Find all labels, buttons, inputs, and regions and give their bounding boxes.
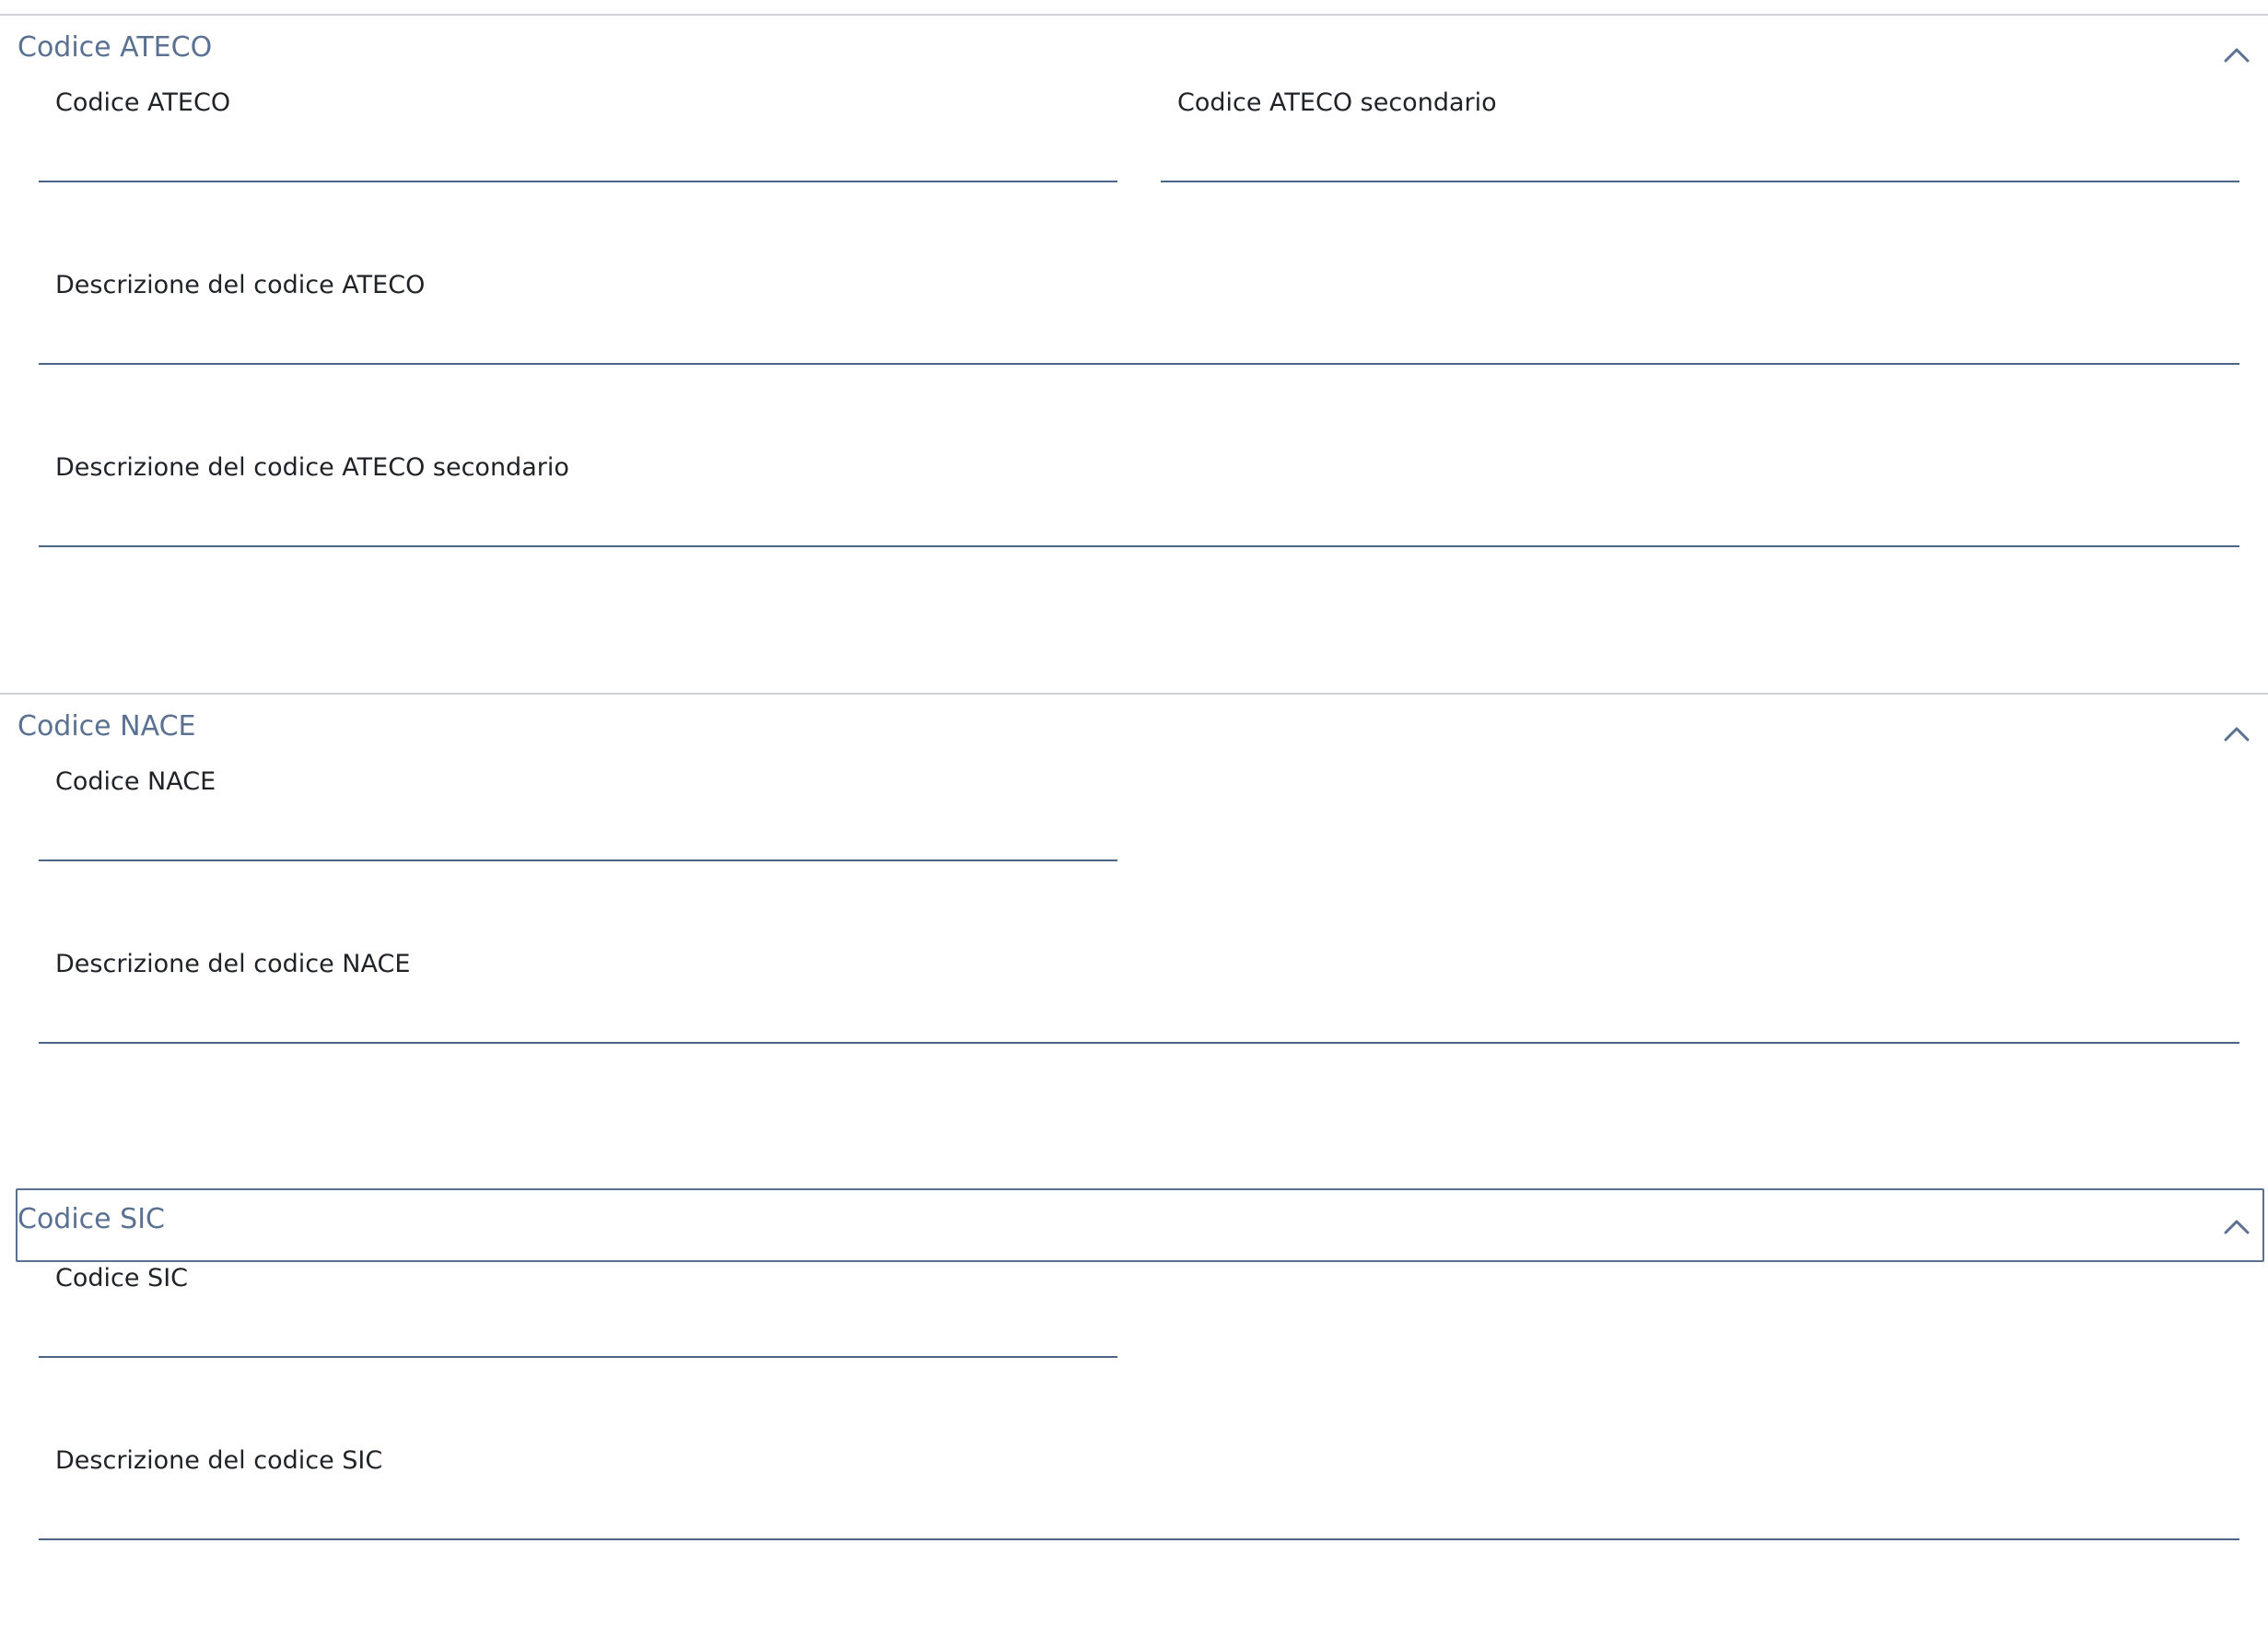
chevron-up-icon[interactable] bbox=[2218, 1209, 2255, 1245]
ateco-secondary-description-input[interactable] bbox=[39, 492, 2239, 547]
section-title: Codice ATECO bbox=[18, 31, 213, 64]
ateco-code-input[interactable] bbox=[39, 127, 1117, 182]
field-nace-description: Descrizione del codice NACE bbox=[39, 948, 2239, 1068]
field-nace-code: Codice NACE bbox=[39, 766, 1117, 885]
ateco-description-input[interactable] bbox=[39, 310, 2239, 365]
ateco-secondary-code-input[interactable] bbox=[1161, 127, 2239, 182]
field-sic-description: Descrizione del codice SIC bbox=[39, 1444, 2239, 1564]
field-ateco-code: Codice ATECO bbox=[39, 87, 1117, 206]
field-label: Descrizione del codice SIC bbox=[55, 1446, 383, 1475]
section-header-ateco[interactable]: Codice ATECO bbox=[16, 17, 2264, 90]
field-ateco-description: Descrizione del codice ATECO bbox=[39, 269, 2239, 389]
section-title: Codice NACE bbox=[18, 710, 196, 742]
field-label: Codice NACE bbox=[55, 767, 216, 796]
section-header-sic[interactable]: Codice SIC bbox=[16, 1188, 2264, 1262]
sic-code-input[interactable] bbox=[39, 1303, 1117, 1358]
chevron-up-icon[interactable] bbox=[2218, 37, 2255, 74]
field-label: Descrizione del codice ATECO bbox=[55, 271, 426, 299]
field-label: Descrizione del codice ATECO secondario bbox=[55, 453, 569, 482]
nace-code-input[interactable] bbox=[39, 806, 1117, 861]
field-sic-code: Codice SIC bbox=[39, 1262, 1117, 1382]
section-title: Codice SIC bbox=[18, 1203, 166, 1235]
field-ateco-secondary-description: Descrizione del codice ATECO secondario bbox=[39, 451, 2239, 571]
sic-description-input[interactable] bbox=[39, 1485, 2239, 1540]
field-label: Codice ATECO secondario bbox=[1177, 88, 1497, 117]
nace-description-input[interactable] bbox=[39, 988, 2239, 1044]
classification-codes-form: Codice ATECO Codice ATECO Codice ATECO s… bbox=[0, 0, 2268, 1637]
field-label: Codice ATECO bbox=[55, 88, 231, 117]
field-ateco-secondary-code: Codice ATECO secondario bbox=[1161, 87, 2239, 206]
section-header-nace[interactable]: Codice NACE bbox=[16, 696, 2264, 769]
chevron-up-icon[interactable] bbox=[2218, 716, 2255, 753]
section-divider bbox=[0, 693, 2268, 695]
section-divider bbox=[0, 14, 2268, 16]
field-label: Codice SIC bbox=[55, 1264, 189, 1292]
field-label: Descrizione del codice NACE bbox=[55, 950, 411, 978]
